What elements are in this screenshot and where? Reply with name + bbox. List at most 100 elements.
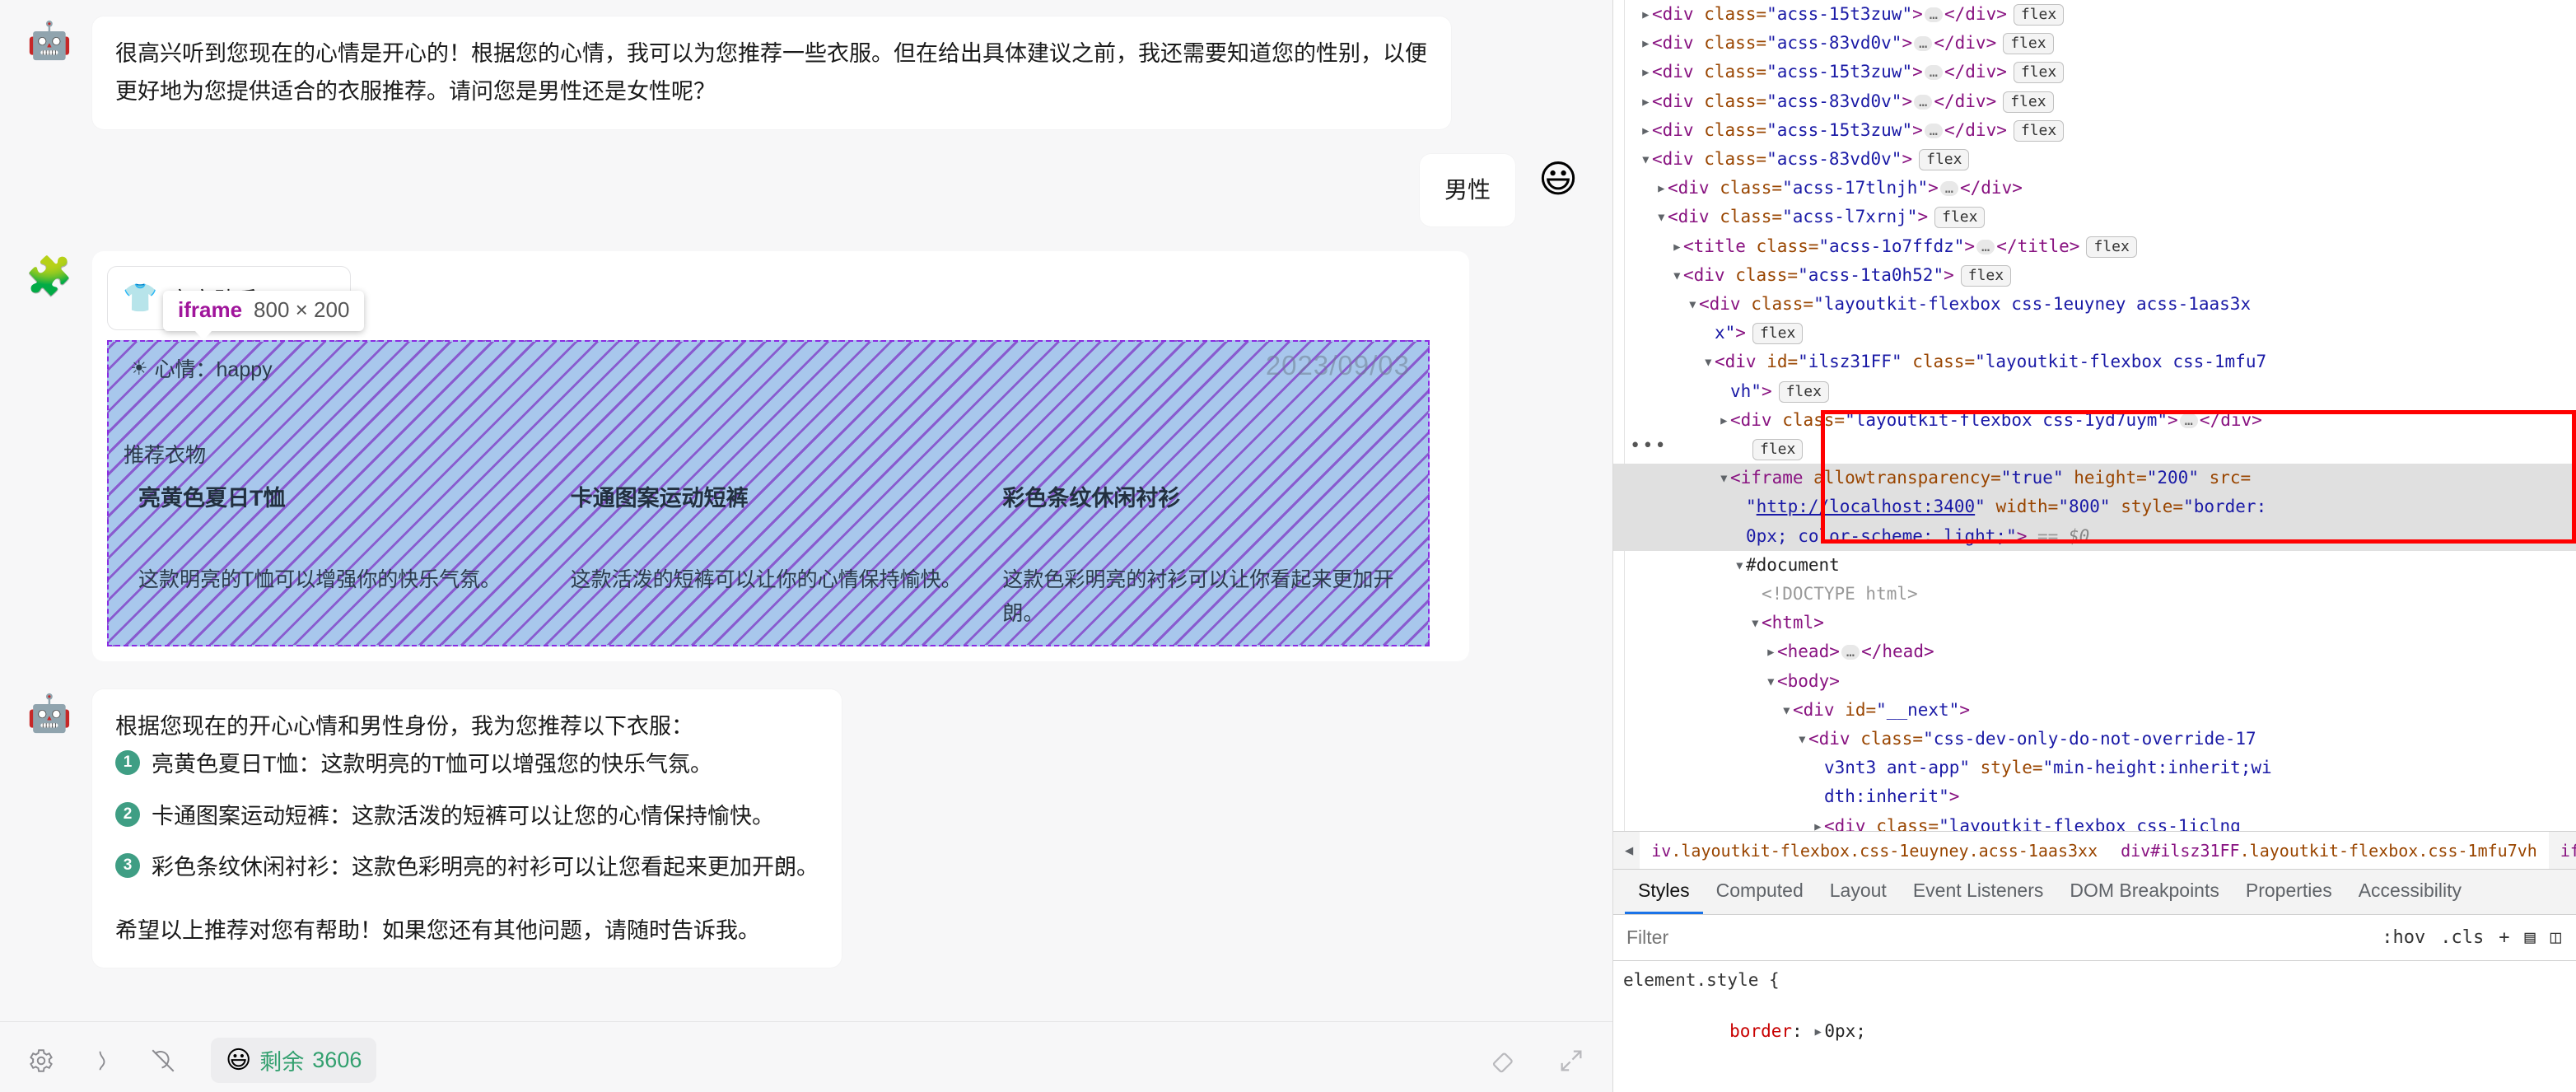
expand-triangle-icon[interactable] [1640, 116, 1652, 145]
styles-filter-input[interactable] [1622, 923, 2382, 952]
collapse-triangle-icon[interactable] [1766, 667, 1777, 696]
dom-tree-line[interactable]: <div class="layoutkit-flexbox css-1iclng [1613, 812, 2576, 831]
dom-tree-line[interactable]: <div class="acss-l7xrnj">flex [1613, 203, 2576, 231]
expand-border-icon[interactable] [1813, 1019, 1824, 1044]
collapsed-children-icon[interactable]: … [1914, 36, 1933, 52]
collapse-triangle-icon[interactable] [1703, 348, 1715, 376]
magic-wand-icon[interactable] [86, 1044, 119, 1077]
expand-triangle-icon[interactable] [1640, 87, 1652, 116]
dom-tree-line[interactable]: <div class="acss-15t3zuw">…</div> flex [1613, 0, 2576, 29]
collapsed-children-icon[interactable]: … [1924, 65, 1943, 81]
breadcrumb-item-0[interactable]: iv .layoutkit-flexbox.css-1euyney.acss-1a… [1640, 832, 2110, 869]
tab-properties[interactable]: Properties [2233, 870, 2345, 914]
expand-triangle-icon[interactable] [1813, 812, 1824, 831]
collapse-triangle-icon[interactable] [1750, 609, 1762, 637]
flex-badge[interactable]: flex [2003, 33, 2054, 55]
collapsed-children-icon[interactable]: … [1976, 239, 1995, 254]
flex-badge[interactable]: flex [2013, 62, 2065, 84]
dom-tree-line[interactable]: <div id="ilsz31FF" class="layoutkit-flex… [1613, 348, 2576, 376]
collapsed-children-icon[interactable]: … [1924, 123, 1943, 138]
dom-tree-line[interactable]: <div class="layoutkit-flexbox css-1euyne… [1613, 290, 2576, 319]
flex-badge[interactable]: flex [1752, 439, 1804, 461]
flex-badge[interactable]: flex [1778, 380, 1829, 403]
collapse-triangle-icon[interactable] [1719, 464, 1730, 492]
expand-triangle-icon[interactable] [1640, 58, 1652, 86]
expand-icon[interactable] [1555, 1044, 1588, 1077]
style-declaration[interactable]: color-scheme: light; [1613, 1070, 2576, 1092]
iframe-card[interactable]: 彩色条纹休闲衬衫 这款色彩明亮的衬衫可以让你看起来更加开朗。 [984, 480, 1416, 630]
breadcrumb-left-arrow-icon[interactable]: ◀ [1618, 842, 1640, 859]
dom-tree-line[interactable]: <div class="css-dev-only-do-not-override… [1613, 725, 2576, 754]
dom-tree-line[interactable]: <div class="layoutkit-flexbox css-1yd7uy… [1613, 406, 2576, 435]
flex-badge[interactable]: flex [1919, 149, 1970, 171]
expand-triangle-icon[interactable] [1640, 0, 1652, 29]
expand-triangle-icon[interactable] [1656, 174, 1668, 203]
collapse-triangle-icon[interactable] [1687, 290, 1699, 319]
collapsed-children-icon[interactable]: … [1924, 7, 1943, 22]
dom-tree-line[interactable]: <div class="acss-1ta0h52"> flex [1613, 261, 2576, 290]
flex-badge[interactable]: flex [1960, 264, 2012, 287]
flex-badge[interactable]: flex [1934, 207, 1986, 229]
expand-triangle-icon[interactable] [1672, 232, 1683, 261]
flex-badge[interactable]: flex [2003, 91, 2054, 113]
new-rule-button[interactable]: + [2499, 927, 2509, 948]
dom-tree-line[interactable]: <div class="acss-83vd0v">…</div> flex [1613, 87, 2576, 116]
breadcrumb-item-1[interactable]: div#ilsz31FF .layoutkit-flexbox.css-1mfu7… [2109, 832, 2549, 869]
dom-tree-line[interactable]: <body> [1613, 667, 2576, 696]
iframe-card[interactable]: 亮黄色夏日T恤 这款明亮的T恤可以增强你的快乐气氛。 [120, 480, 553, 630]
flex-badge[interactable]: flex [2013, 119, 2065, 142]
dom-tree-line[interactable]: <div class="acss-15t3zuw">…</div> flex [1613, 58, 2576, 86]
collapsed-children-icon[interactable]: … [1841, 645, 1860, 660]
collapse-triangle-icon[interactable] [1734, 551, 1746, 580]
dom-tree-line[interactable]: 0px; color-scheme: light;"> == $0 [1613, 521, 2576, 551]
breadcrumb-item-2[interactable]: iframe [2548, 832, 2576, 869]
styles-pane[interactable]: element.style { border: 0px; color-schem… [1613, 961, 2576, 1092]
cls-button[interactable]: .cls [2440, 927, 2484, 948]
tab-dom-breakpoints[interactable]: DOM Breakpoints [2056, 870, 2233, 914]
dom-tree-line[interactable]: dth:inherit"> [1613, 782, 2576, 811]
expand-triangle-icon[interactable] [1640, 29, 1652, 58]
dom-tree-line[interactable]: <div id="__next"> [1613, 696, 2576, 725]
dom-collapsed-marker[interactable]: ••• [1630, 432, 1668, 460]
dom-tree-line[interactable]: <div class="acss-15t3zuw">…</div> flex [1613, 116, 2576, 145]
dom-tree-line[interactable]: v3nt3 ant-app" style="min-height:inherit… [1613, 754, 2576, 782]
dom-tree-line[interactable]: <div class="acss-17tlnjh">…</div> [1613, 174, 2576, 203]
eraser-icon[interactable] [1489, 1044, 1522, 1077]
dom-tree[interactable]: <div class="acss-15t3zuw">…</div>flex<di… [1613, 0, 2576, 831]
dom-tree-line[interactable]: <div class="acss-83vd0v"> flex [1613, 145, 2576, 174]
dom-tree-line[interactable]: <div class="acss-83vd0v">…</div> flex [1613, 29, 2576, 58]
expand-triangle-icon[interactable] [1766, 637, 1777, 666]
flex-badge[interactable]: flex [2086, 236, 2137, 258]
chat-message-list[interactable]: 🤖 很高兴听到您现在的心情是开心的！根据您的心情，我可以为您推荐一些衣服。但在给… [0, 0, 1612, 1021]
collapse-triangle-icon[interactable] [1672, 261, 1683, 290]
sidebar-toggle-button[interactable]: ◫ [2550, 927, 2561, 948]
hov-button[interactable]: :hov [2382, 927, 2425, 948]
flex-badge[interactable]: flex [1752, 323, 1804, 345]
settings-icon[interactable] [25, 1044, 58, 1077]
devtools-sidebar-tabs[interactable]: Styles Computed Layout Event Listeners D… [1613, 869, 2576, 915]
dom-tree-line[interactable]: x"> flex [1613, 319, 2576, 348]
flex-badge[interactable]: flex [2013, 4, 2065, 26]
tab-computed[interactable]: Computed [1703, 870, 1817, 914]
collapse-triangle-icon[interactable] [1656, 203, 1668, 231]
collapse-triangle-icon[interactable] [1797, 725, 1808, 754]
collapsed-children-icon[interactable]: … [1914, 94, 1933, 110]
expand-triangle-icon[interactable] [1719, 406, 1730, 435]
tab-accessibility[interactable]: Accessibility [2345, 870, 2475, 914]
collapsed-children-icon[interactable]: … [1939, 181, 1958, 197]
breadcrumb[interactable]: ◀ iv .layoutkit-flexbox.css-1euyney.acss-… [1613, 831, 2576, 869]
iframe-card[interactable]: 卡通图案运动短裤 这款活泼的短裤可以让你的心情保持愉快。 [553, 480, 985, 630]
dom-tree-line[interactable]: vh"> flex [1613, 377, 2576, 406]
dom-tree-line[interactable]: <html> [1613, 609, 2576, 637]
dom-tree-line[interactable]: "http://localhost:3400" width="800" styl… [1613, 492, 2576, 522]
tab-styles[interactable]: Styles [1625, 870, 1703, 914]
dom-tree-line[interactable]: <iframe allowtransparency="true" height=… [1613, 464, 2576, 493]
dom-tree-line[interactable]: <!DOCTYPE html> [1613, 580, 2576, 609]
dom-tree-line[interactable]: #document [1613, 551, 2576, 580]
iframe-highlight-overlay[interactable]: ☀ 心情：happy 2023/09/03 推荐衣物 亮黄色夏日T恤 这款明亮的… [107, 340, 1430, 647]
token-balance-badge[interactable]: 😃 剩余 3606 [211, 1038, 377, 1083]
tab-event-listeners[interactable]: Event Listeners [1900, 870, 2057, 914]
style-toggle-button[interactable]: ▤ [2525, 927, 2536, 948]
dom-tree-line[interactable]: <head>…</head> [1613, 637, 2576, 666]
collapsed-children-icon[interactable]: … [2179, 413, 2198, 428]
